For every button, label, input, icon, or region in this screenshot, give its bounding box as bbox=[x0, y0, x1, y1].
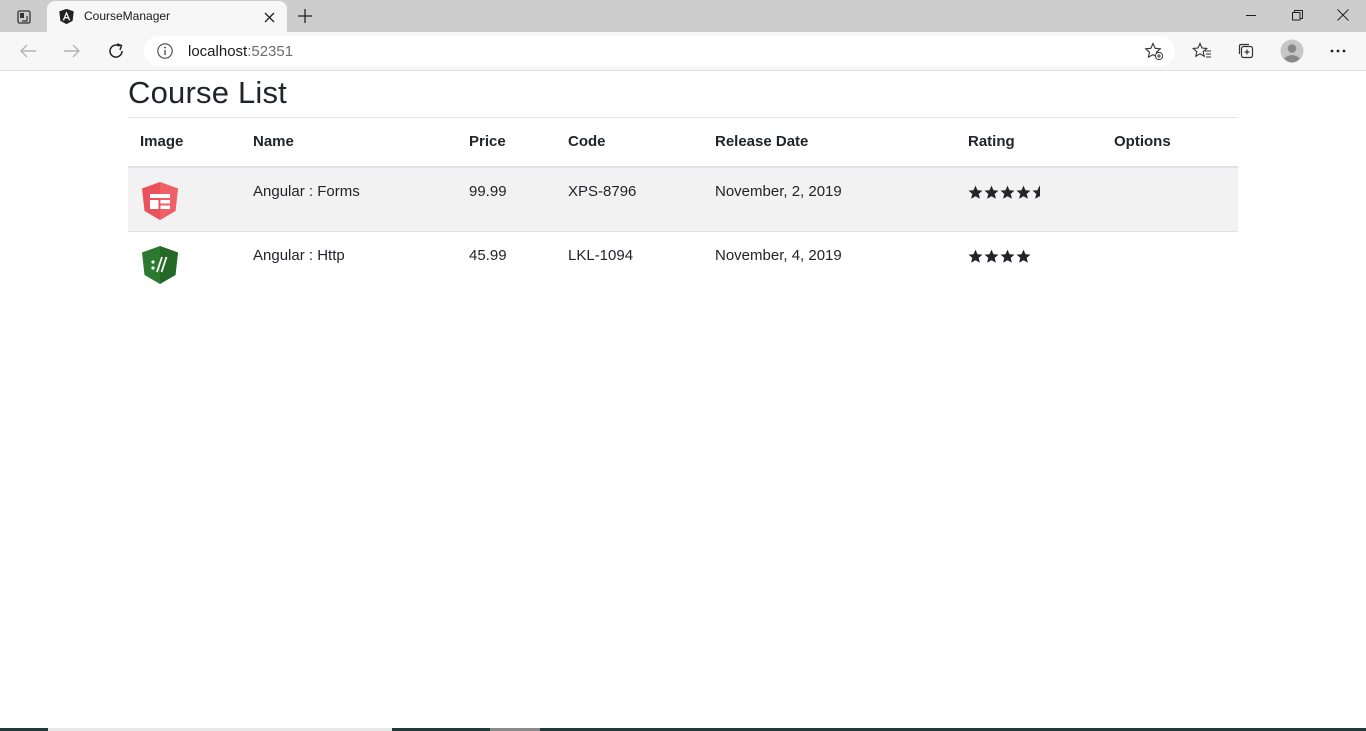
close-icon bbox=[264, 12, 274, 22]
star-half-icon bbox=[1032, 185, 1040, 199]
collections-icon bbox=[1238, 43, 1254, 59]
star-rating bbox=[968, 249, 1031, 264]
tab-actions-icon bbox=[17, 10, 31, 24]
plus-icon bbox=[298, 9, 312, 23]
column-header-code: Code bbox=[556, 117, 703, 168]
tab-actions-button[interactable] bbox=[10, 6, 38, 28]
cell-rating bbox=[956, 166, 1102, 232]
favorites-icon bbox=[1192, 42, 1211, 58]
table-row: Angular : Http 45.99 LKL-1094 November, … bbox=[128, 232, 1238, 297]
minimize-button[interactable] bbox=[1228, 0, 1274, 30]
table-header-row: Image Name Price Code Release Date Ratin… bbox=[128, 117, 1238, 168]
column-header-price: Price bbox=[457, 117, 556, 168]
arrow-right-icon bbox=[64, 44, 80, 58]
browser-tab-bar: CourseManager bbox=[0, 0, 1366, 32]
cell-rating bbox=[956, 232, 1102, 297]
tab-title: CourseManager bbox=[84, 9, 171, 23]
star-full-icon bbox=[1000, 185, 1015, 199]
star-rating bbox=[968, 185, 1040, 200]
settings-more-button[interactable] bbox=[1323, 37, 1353, 65]
url-port: :52351 bbox=[247, 43, 294, 60]
arrow-left-icon bbox=[20, 44, 36, 58]
cell-price: 99.99 bbox=[457, 166, 556, 232]
star-full-icon bbox=[968, 185, 983, 199]
cell-name: Angular : Http bbox=[253, 247, 345, 264]
browser-toolbar: localhost:52351 bbox=[0, 32, 1366, 71]
restore-button[interactable] bbox=[1274, 0, 1320, 30]
profile-button[interactable] bbox=[1277, 37, 1307, 65]
cell-options bbox=[1102, 232, 1238, 297]
favorites-button[interactable] bbox=[1187, 37, 1217, 65]
star-add-icon bbox=[1144, 41, 1164, 60]
browser-tab[interactable]: CourseManager bbox=[47, 1, 287, 32]
page-title: Course List bbox=[128, 75, 287, 110]
star-full-icon bbox=[984, 249, 999, 263]
window-close-button[interactable] bbox=[1320, 0, 1366, 30]
angular-forms-image bbox=[142, 181, 178, 220]
back-button[interactable] bbox=[13, 37, 43, 65]
cell-release-date: November, 2, 2019 bbox=[703, 166, 956, 232]
cell-image bbox=[128, 232, 241, 297]
new-tab-button[interactable] bbox=[292, 5, 318, 27]
collections-button[interactable] bbox=[1231, 37, 1261, 65]
star-full-icon bbox=[1016, 185, 1031, 199]
cell-options bbox=[1102, 166, 1238, 232]
column-header-name: Name bbox=[241, 117, 457, 168]
restore-icon bbox=[1291, 9, 1303, 20]
angular-logo-icon bbox=[59, 8, 74, 25]
star-full-icon bbox=[1000, 249, 1015, 263]
address-bar[interactable]: localhost:52351 bbox=[144, 36, 1175, 66]
minimize-icon bbox=[1245, 14, 1256, 16]
star-full-icon bbox=[968, 249, 983, 263]
page-content: Course List Image Name Price Code Releas… bbox=[0, 71, 1366, 728]
course-table: Image Name Price Code Release Date Ratin… bbox=[128, 117, 1238, 297]
star-full-icon bbox=[984, 185, 999, 199]
avatar-icon bbox=[1280, 39, 1304, 63]
cell-release-date: November, 4, 2019 bbox=[715, 247, 842, 264]
cell-name: Angular : Forms bbox=[241, 166, 457, 232]
column-header-rating: Rating bbox=[956, 117, 1102, 168]
info-icon[interactable] bbox=[156, 42, 174, 60]
add-favorite-button[interactable] bbox=[1143, 41, 1165, 61]
more-horizontal-icon bbox=[1330, 49, 1346, 53]
angular-http-image bbox=[142, 246, 178, 284]
column-header-options: Options bbox=[1102, 117, 1238, 168]
close-icon bbox=[1337, 9, 1349, 21]
refresh-icon bbox=[109, 43, 123, 58]
column-header-image: Image bbox=[128, 117, 241, 168]
table-row: Angular : Forms 99.99 XPS-8796 November,… bbox=[128, 166, 1238, 232]
url-host: localhost bbox=[188, 43, 248, 60]
forward-button[interactable] bbox=[57, 37, 87, 65]
url-text: localhost:52351 bbox=[188, 43, 293, 60]
cell-image bbox=[128, 166, 241, 232]
refresh-button[interactable] bbox=[101, 37, 131, 65]
star-full-icon bbox=[1016, 249, 1031, 263]
cell-code: LKL-1094 bbox=[568, 247, 634, 264]
tab-close-button[interactable] bbox=[260, 8, 278, 26]
column-header-release-date: Release Date bbox=[703, 117, 956, 168]
cell-price: 45.99 bbox=[469, 247, 507, 264]
cell-code: XPS-8796 bbox=[556, 166, 703, 232]
